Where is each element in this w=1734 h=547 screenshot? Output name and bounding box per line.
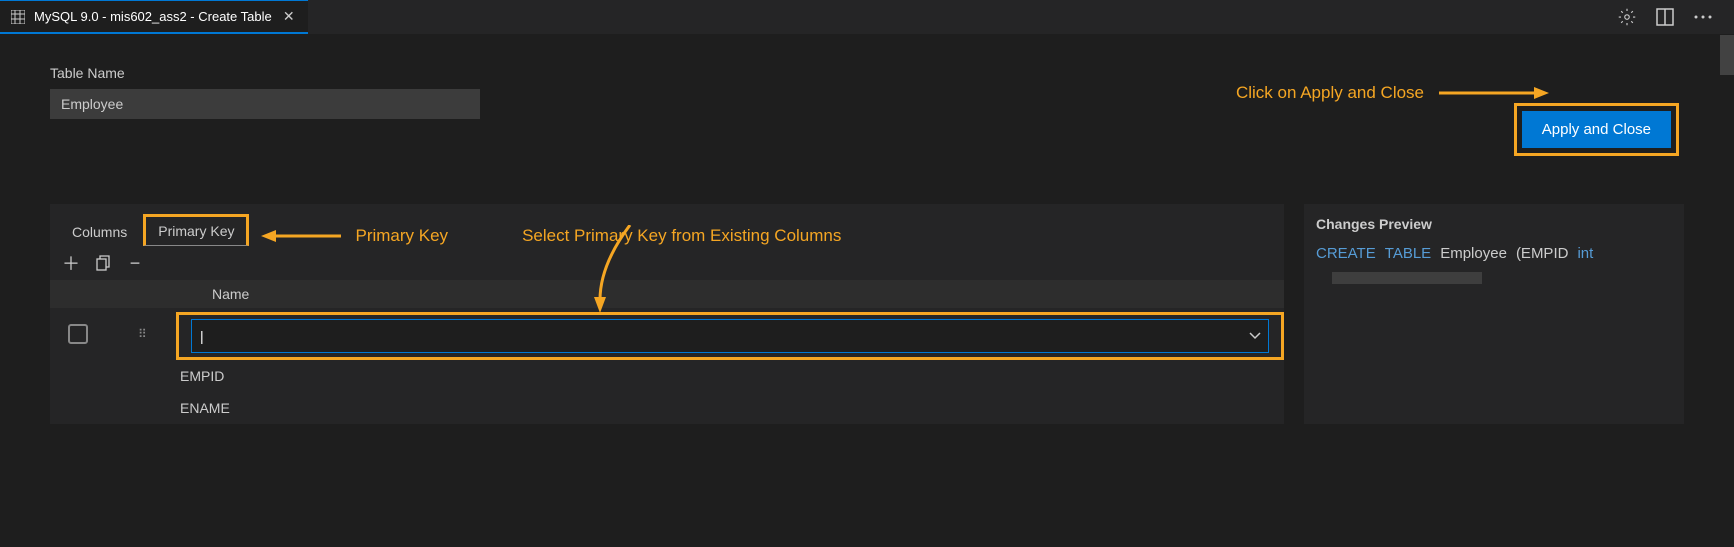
table-name-label: Table Name xyxy=(50,65,1684,81)
chevron-down-icon[interactable] xyxy=(1249,327,1261,345)
pk-option-empid[interactable]: EMPID xyxy=(168,360,1284,392)
apply-close-button[interactable]: Apply and Close xyxy=(1522,111,1671,148)
changes-preview-panel: Changes Preview ◀ CREATE TABLE Employee … xyxy=(1304,204,1684,424)
close-icon[interactable]: ✕ xyxy=(280,8,298,26)
drag-handle-icon[interactable]: ⠿ xyxy=(138,327,168,341)
top-right-actions xyxy=(1616,6,1714,28)
pk-header-name: Name xyxy=(212,286,1272,302)
arrow-select-pk xyxy=(590,225,650,315)
split-layout-icon[interactable] xyxy=(1654,6,1676,28)
pk-option-ename[interactable]: ENAME xyxy=(168,392,1284,424)
pk-table-header: Name xyxy=(50,280,1284,308)
add-icon[interactable]: ＋ xyxy=(62,254,80,272)
pk-row-checkbox[interactable] xyxy=(68,324,88,344)
tab-columns[interactable]: Columns xyxy=(60,218,139,246)
gear-icon[interactable] xyxy=(1616,6,1638,28)
tab-primary-key[interactable]: Primary Key xyxy=(143,214,249,246)
annotation-apply: Click on Apply and Close xyxy=(1236,83,1424,103)
tab-title: MySQL 9.0 - mis602_ass2 - Create Table xyxy=(34,9,272,24)
pk-name-dropdown[interactable]: | xyxy=(191,319,1269,353)
apply-close-highlight: Apply and Close xyxy=(1514,103,1679,156)
editor-tab-create-table[interactable]: MySQL 9.0 - mis602_ass2 - Create Table ✕ xyxy=(0,0,308,34)
pk-dropdown-options: EMPID ENAME xyxy=(168,360,1284,424)
more-icon[interactable] xyxy=(1692,6,1714,28)
arrow-apply xyxy=(1439,83,1549,103)
sub-tabs: Columns Primary Key Primary Key Select P… xyxy=(50,204,1284,246)
arrow-primary-key xyxy=(261,226,341,246)
sql-preview: ◀ CREATE TABLE Employee (EMPID int xyxy=(1316,244,1684,262)
pk-table: Name ⠿ | xyxy=(50,280,1284,424)
copy-icon[interactable] xyxy=(94,254,112,272)
tab-bar: MySQL 9.0 - mis602_ass2 - Create Table ✕ xyxy=(0,0,1734,35)
changes-preview-title: Changes Preview xyxy=(1316,216,1684,232)
annotation-primary-key: Primary Key xyxy=(355,226,448,246)
pk-dropdown-highlight: | xyxy=(176,312,1284,360)
table-name-input[interactable] xyxy=(50,89,480,119)
horizontal-scrollbar[interactable] xyxy=(1332,272,1482,284)
table-icon xyxy=(10,9,26,25)
left-panel: Columns Primary Key Primary Key Select P… xyxy=(50,204,1284,424)
pk-toolbar: ＋ − xyxy=(50,246,1284,280)
remove-icon[interactable]: − xyxy=(126,254,144,272)
annotation-select-pk: Select Primary Key from Existing Columns xyxy=(522,226,841,246)
